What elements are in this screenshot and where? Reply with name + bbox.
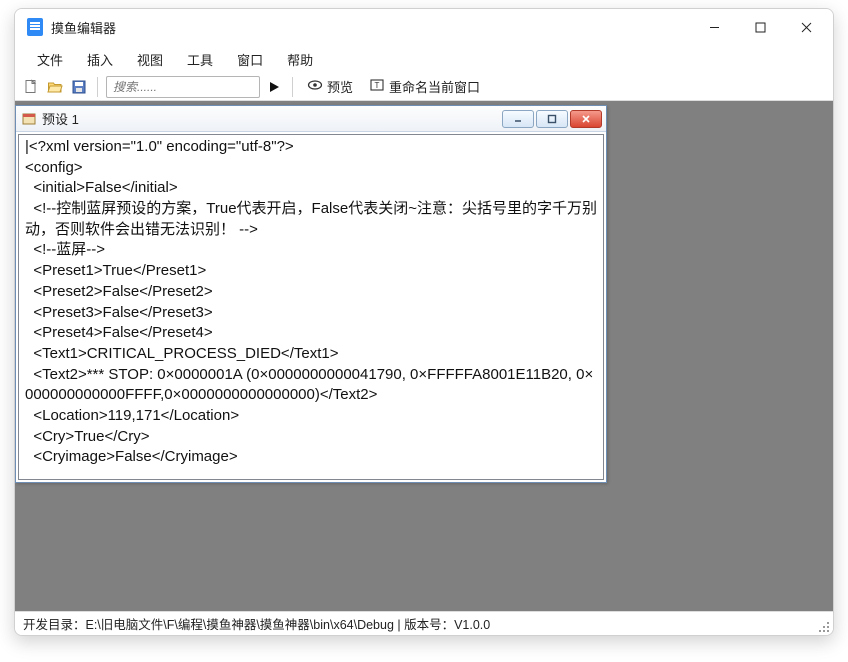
child-app-icon: [22, 112, 36, 126]
svg-text:T: T: [375, 81, 380, 90]
child-maximize-button[interactable]: [536, 110, 568, 128]
preview-button[interactable]: 预览: [301, 77, 359, 96]
child-window-title: 预设 1: [42, 109, 79, 128]
preview-label: 预览: [327, 77, 353, 96]
statusbar: 开发目录：E:\旧电脑文件\F\编程\摸鱼神器\摸鱼神器\bin\x64\Deb…: [15, 611, 833, 635]
toolbar-separator: [97, 77, 98, 97]
close-button[interactable]: [783, 11, 829, 43]
minimize-button[interactable]: [691, 11, 737, 43]
rename-label: 重命名当前窗口: [389, 77, 480, 96]
mdi-workspace[interactable]: 预设 1 |<?xml version="1.0" encoding="utf-…: [15, 101, 833, 611]
menu-insert[interactable]: 插入: [75, 47, 125, 72]
editor-textarea[interactable]: |<?xml version="1.0" encoding="utf-8"?> …: [18, 134, 604, 480]
eye-icon: [307, 77, 323, 96]
toolbar-separator: [292, 77, 293, 97]
window-title: 摸鱼编辑器: [51, 18, 116, 37]
open-folder-icon[interactable]: [45, 77, 65, 97]
menu-window[interactable]: 窗口: [225, 47, 275, 72]
maximize-button[interactable]: [737, 11, 783, 43]
child-window[interactable]: 预设 1 |<?xml version="1.0" encoding="utf-…: [15, 105, 607, 483]
rename-window-button[interactable]: T 重命名当前窗口: [363, 77, 486, 96]
menu-view[interactable]: 视图: [125, 47, 175, 72]
toolbar: 预览 T 重命名当前窗口: [15, 73, 833, 101]
child-titlebar[interactable]: 预设 1: [16, 106, 606, 132]
child-minimize-button[interactable]: [502, 110, 534, 128]
menubar: 文件 插入 视图 工具 窗口 帮助: [15, 45, 833, 73]
save-icon[interactable]: [69, 77, 89, 97]
app-icon: [27, 18, 43, 36]
menu-tools[interactable]: 工具: [175, 47, 225, 72]
search-input[interactable]: [106, 76, 260, 98]
menu-help[interactable]: 帮助: [275, 47, 325, 72]
play-button[interactable]: [264, 77, 284, 97]
menu-file[interactable]: 文件: [25, 47, 75, 72]
statusbar-text: 开发目录：E:\旧电脑文件\F\编程\摸鱼神器\摸鱼神器\bin\x64\Deb…: [23, 614, 490, 633]
main-window: 摸鱼编辑器 文件 插入 视图 工具 窗口 帮助: [14, 8, 834, 636]
resize-grip-icon[interactable]: [817, 620, 829, 632]
child-close-button[interactable]: [570, 110, 602, 128]
titlebar[interactable]: 摸鱼编辑器: [15, 9, 833, 45]
new-file-icon[interactable]: [21, 77, 41, 97]
rename-icon: T: [369, 77, 385, 96]
